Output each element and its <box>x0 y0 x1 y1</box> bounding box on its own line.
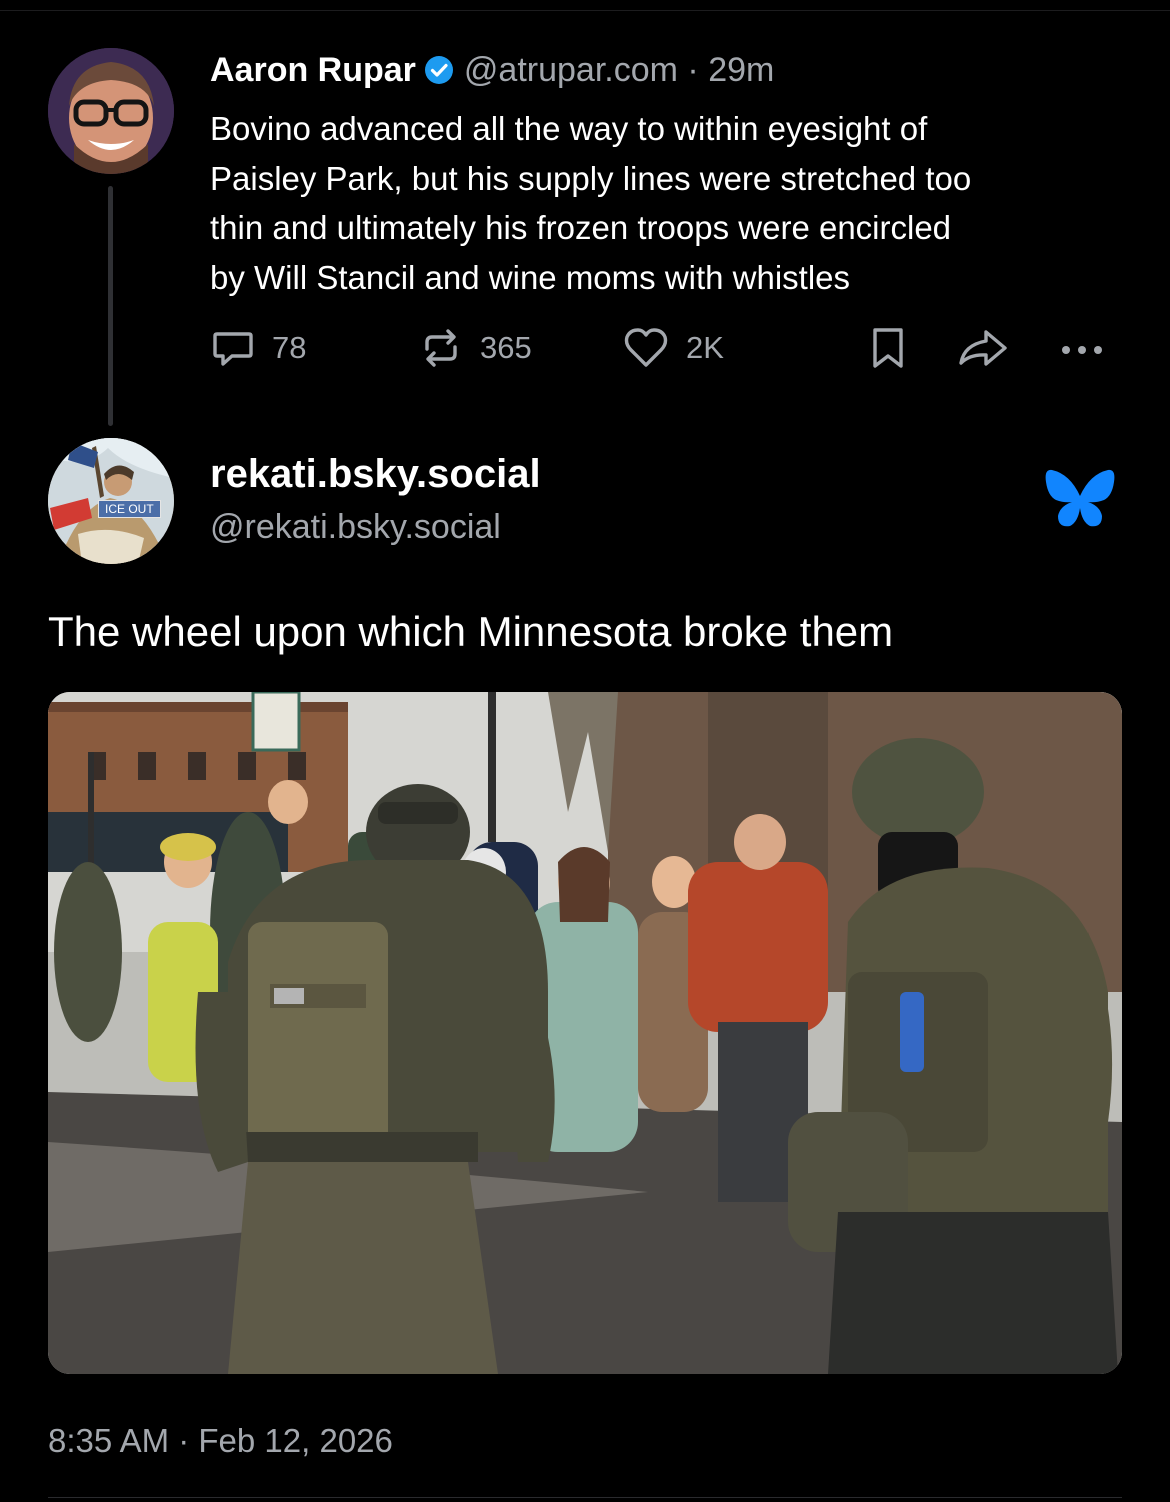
share-arrow-icon <box>956 325 1010 371</box>
bookmark-button[interactable] <box>868 322 908 374</box>
parent-author-line: Aaron Rupar @atrupar.com · 29m <box>210 48 774 92</box>
parent-post-text: Bovino advanced all the way to within ey… <box>210 104 1130 302</box>
parent-text-line: by Will Stancil and wine moms with whist… <box>210 258 851 296</box>
heart-icon <box>622 325 670 371</box>
parent-time-ago[interactable]: 29m <box>708 51 774 89</box>
bottom-divider <box>48 1497 1122 1498</box>
separator-dot: · <box>687 50 699 89</box>
parent-handle[interactable]: @atrupar.com <box>464 51 678 89</box>
post-timestamp[interactable]: 8:35 AM · Feb 12, 2026 <box>48 1422 393 1460</box>
parent-text-line: Bovino advanced all the way to within ey… <box>210 110 928 147</box>
like-button[interactable]: 2K <box>622 322 724 374</box>
more-options-button[interactable] <box>1058 322 1106 374</box>
share-button[interactable] <box>956 322 1010 374</box>
ellipsis-icon <box>1058 325 1106 371</box>
reply-count: 78 <box>272 330 307 365</box>
ice-out-badge: ICE OUT <box>98 500 161 518</box>
parent-text-line: Paisley Park, but his supply lines were … <box>210 159 972 197</box>
top-divider <box>0 10 1170 11</box>
main-post-text: The wheel upon which Minnesota broke the… <box>48 608 894 655</box>
reply-icon <box>210 325 256 371</box>
verified-check-icon <box>424 55 454 85</box>
reply-button[interactable]: 78 <box>210 322 306 374</box>
like-count: 2K <box>686 330 724 365</box>
main-handle[interactable]: @rekati.bsky.social <box>210 508 501 547</box>
main-author-avatar[interactable]: ICE OUT <box>48 438 174 564</box>
repost-icon <box>418 325 464 371</box>
post-photo[interactable] <box>48 692 1122 1374</box>
thread-connector-line <box>108 186 113 426</box>
repost-button[interactable]: 365 <box>418 322 532 374</box>
parent-text-line: thin and ultimately his frozen troops we… <box>210 209 952 246</box>
parent-display-name[interactable]: Aaron Rupar <box>210 51 416 90</box>
bluesky-butterfly-icon[interactable] <box>1044 466 1116 532</box>
repost-count: 365 <box>480 330 532 365</box>
parent-action-bar: 78 365 2K <box>210 322 1110 374</box>
parent-author-avatar[interactable] <box>48 48 174 174</box>
bookmark-icon <box>868 325 908 371</box>
main-display-name[interactable]: rekati.bsky.social <box>210 452 541 497</box>
